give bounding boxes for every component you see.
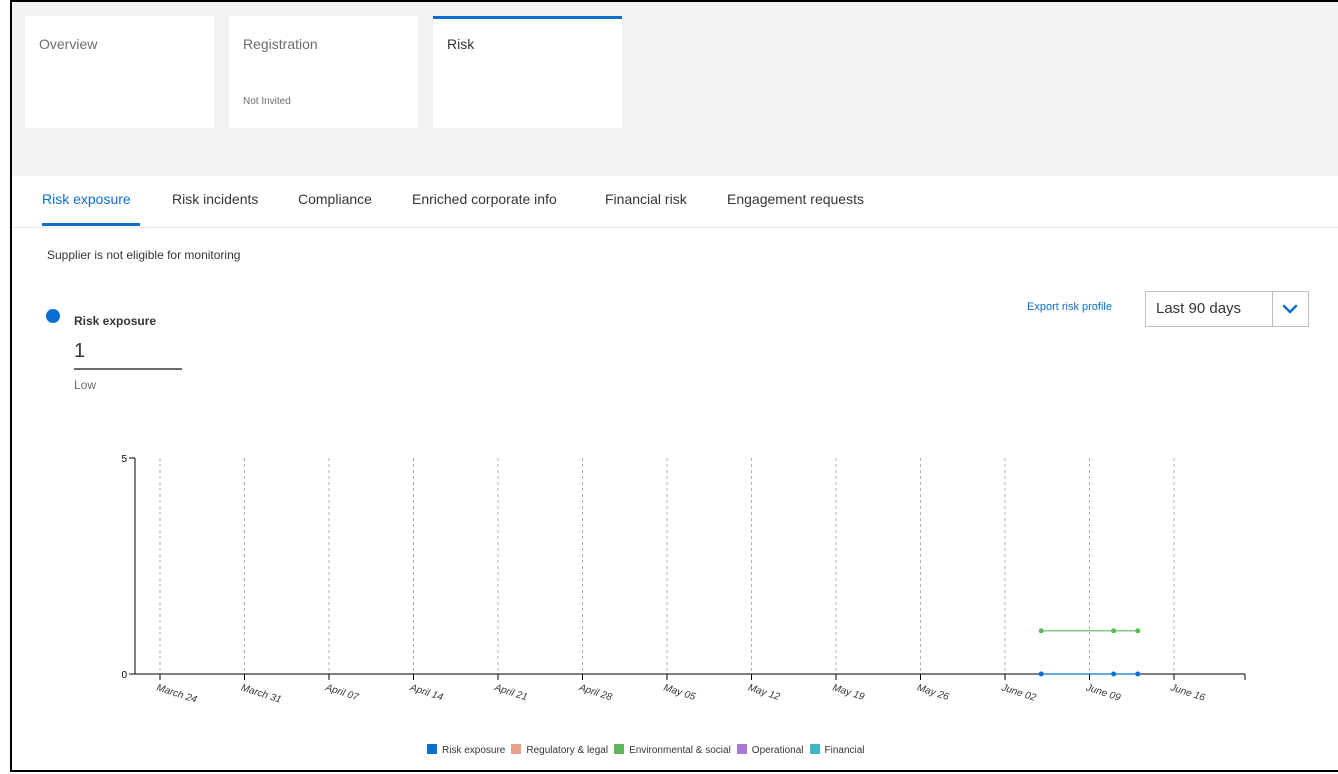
legend-item[interactable]: Risk exposure: [427, 744, 505, 756]
series-point: [1135, 628, 1141, 634]
x-tick-label: June 02: [999, 682, 1038, 704]
chart-legend: Risk exposure Regulatory & legal Environme…: [427, 744, 871, 756]
legend-label: Financial: [824, 745, 865, 756]
y-tick-label: 5: [121, 454, 127, 465]
series-point: [1038, 628, 1044, 634]
legend-swatch: [511, 744, 522, 754]
legend-swatch: [809, 744, 820, 754]
x-tick-label: May 12: [747, 682, 782, 703]
x-tick-label: March 24: [155, 682, 198, 705]
x-tick-label: March 31: [240, 682, 283, 705]
legend-swatch: [736, 744, 747, 754]
legend-item[interactable]: Environmental & social: [614, 744, 731, 756]
x-tick-label: May 19: [831, 682, 866, 703]
x-tick-label: June 09: [1084, 682, 1123, 704]
x-tick-label: June 16: [1168, 682, 1207, 704]
legend-label: Regulatory & legal: [526, 745, 609, 756]
legend-swatch: [427, 744, 437, 754]
legend-item[interactable]: Operational: [736, 744, 804, 756]
series-point: [1111, 671, 1117, 677]
legend-swatch: [614, 744, 625, 754]
y-tick-label: 0: [121, 670, 127, 681]
x-tick-label: April 14: [408, 682, 445, 703]
risk-exposure-chart: 0 5 March 24 March 31 April 07 April 14 April …: [121, 454, 1246, 706]
series-point: [1111, 628, 1117, 634]
x-tick-label: April 28: [577, 682, 614, 703]
series-point: [1135, 671, 1141, 677]
legend-item[interactable]: Regulatory & legal: [511, 744, 608, 756]
x-tick-label: May 26: [916, 682, 951, 703]
legend-item[interactable]: Financial: [809, 744, 865, 756]
x-tick-label: April 07: [323, 682, 360, 703]
x-tick-label: May 05: [662, 682, 697, 703]
legend-label: Environmental & social: [629, 745, 731, 756]
series-point: [1038, 671, 1044, 677]
x-tick-label: April 21: [492, 682, 529, 703]
legend-label: Operational: [751, 745, 804, 756]
legend-label: Risk exposure: [442, 745, 506, 756]
